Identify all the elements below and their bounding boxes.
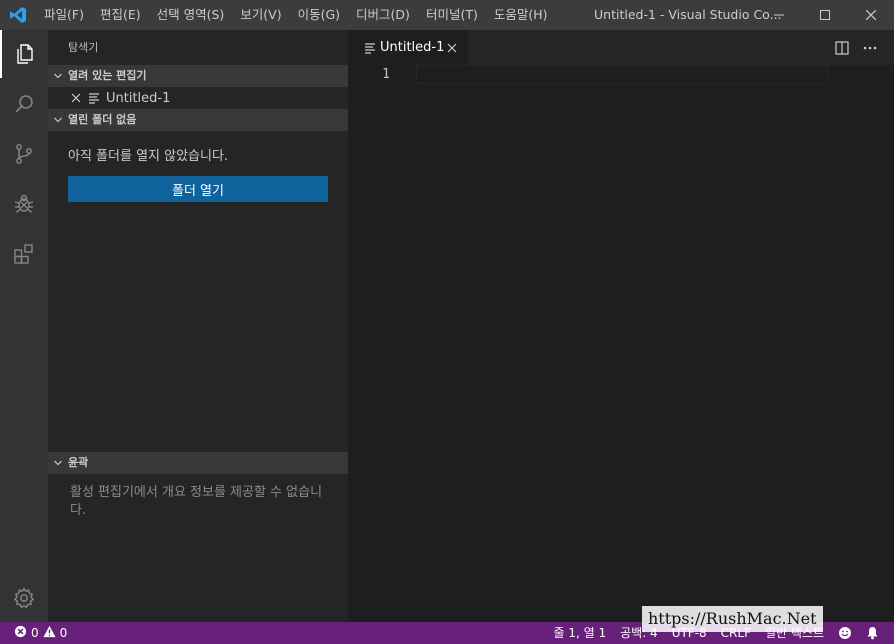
menu-terminal[interactable]: 터미널(T) [418, 0, 486, 30]
error-icon [14, 625, 27, 641]
no-folder-label: 열린 폴더 없음 [68, 113, 137, 126]
cursor-position[interactable]: 줄 1, 열 1 [547, 622, 614, 644]
open-editors-label: 열려 있는 편집기 [68, 69, 147, 82]
maximize-icon[interactable] [802, 0, 848, 30]
menu-go[interactable]: 이동(G) [290, 0, 348, 30]
sidebar-title: 탐색기 [68, 41, 99, 54]
close-editor-icon[interactable] [68, 93, 84, 103]
close-icon[interactable] [848, 0, 894, 30]
menu-edit[interactable]: 편집(E) [92, 0, 149, 30]
open-editors-header[interactable]: 열려 있는 편집기 [48, 65, 348, 87]
menu-bar: 파일(F) 편집(E) 선택 영역(S) 보기(V) 이동(G) 디버그(D) … [36, 0, 555, 30]
menu-file[interactable]: 파일(F) [36, 0, 92, 30]
outline-message: 활성 편집기에서 개요 정보를 제공할 수 없습니다. [70, 485, 323, 518]
open-folder-button[interactable]: 폴더 열기 [68, 176, 328, 202]
error-count: 0 [31, 626, 39, 640]
window-controls [756, 0, 894, 30]
gear-icon[interactable] [0, 574, 48, 622]
text-file-icon [88, 92, 104, 104]
menu-help[interactable]: 도움말(H) [486, 0, 556, 30]
extensions-icon[interactable] [0, 230, 48, 278]
warning-count: 0 [59, 626, 68, 640]
explorer-sidebar: 탐색기 열려 있는 편집기 Untitled-1 열린 폴더 없음 아직 폴더를… [48, 30, 348, 622]
text-file-icon [364, 42, 380, 54]
activity-bar [0, 30, 48, 622]
more-icon[interactable] [856, 34, 884, 62]
search-icon[interactable] [0, 80, 48, 128]
bell-icon[interactable] [859, 622, 886, 644]
editor-tabs: Untitled-1 [348, 30, 894, 65]
window-title: Untitled-1 - Visual Studio Co... [594, 7, 782, 22]
outline-header[interactable]: 윤곽 [48, 452, 348, 474]
current-line-highlight[interactable] [416, 65, 828, 84]
open-editor-item[interactable]: Untitled-1 [48, 87, 348, 109]
watermark: https://RushMac.Net [642, 606, 823, 632]
menu-selection[interactable]: 선택 영역(S) [149, 0, 233, 30]
warning-icon [43, 625, 56, 641]
outline-label: 윤곽 [68, 456, 89, 469]
menu-view[interactable]: 보기(V) [232, 0, 289, 30]
menu-debug[interactable]: 디버그(D) [348, 0, 418, 30]
editor-area[interactable]: 1 [348, 65, 894, 622]
title-bar: 파일(F) 편집(E) 선택 영역(S) 보기(V) 이동(G) 디버그(D) … [0, 0, 894, 30]
problems-indicator[interactable]: 0 0 [14, 622, 67, 644]
chevron-down-icon [48, 115, 68, 125]
editor-actions [828, 30, 884, 65]
close-tab-icon[interactable] [444, 40, 460, 56]
files-icon[interactable] [0, 30, 48, 78]
tab-label: Untitled-1 [380, 40, 445, 55]
outline-section: 윤곽 활성 편집기에서 개요 정보를 제공할 수 없습니다. [48, 452, 348, 520]
debug-icon[interactable] [0, 180, 48, 228]
chevron-down-icon [48, 71, 68, 81]
tab-untitled-1[interactable]: Untitled-1 [348, 30, 468, 65]
no-folder-header[interactable]: 열린 폴더 없음 [48, 109, 348, 131]
vscode-logo-icon [0, 0, 36, 30]
feedback-smiley-icon[interactable] [831, 622, 859, 644]
minimize-icon[interactable] [756, 0, 802, 30]
split-editor-icon[interactable] [828, 34, 856, 62]
chevron-down-icon [48, 458, 68, 468]
no-folder-message: 아직 폴더를 열지 않았습니다. [68, 149, 229, 164]
open-editor-filename: Untitled-1 [106, 90, 171, 106]
source-control-icon[interactable] [0, 130, 48, 178]
line-number: 1 [382, 67, 390, 82]
